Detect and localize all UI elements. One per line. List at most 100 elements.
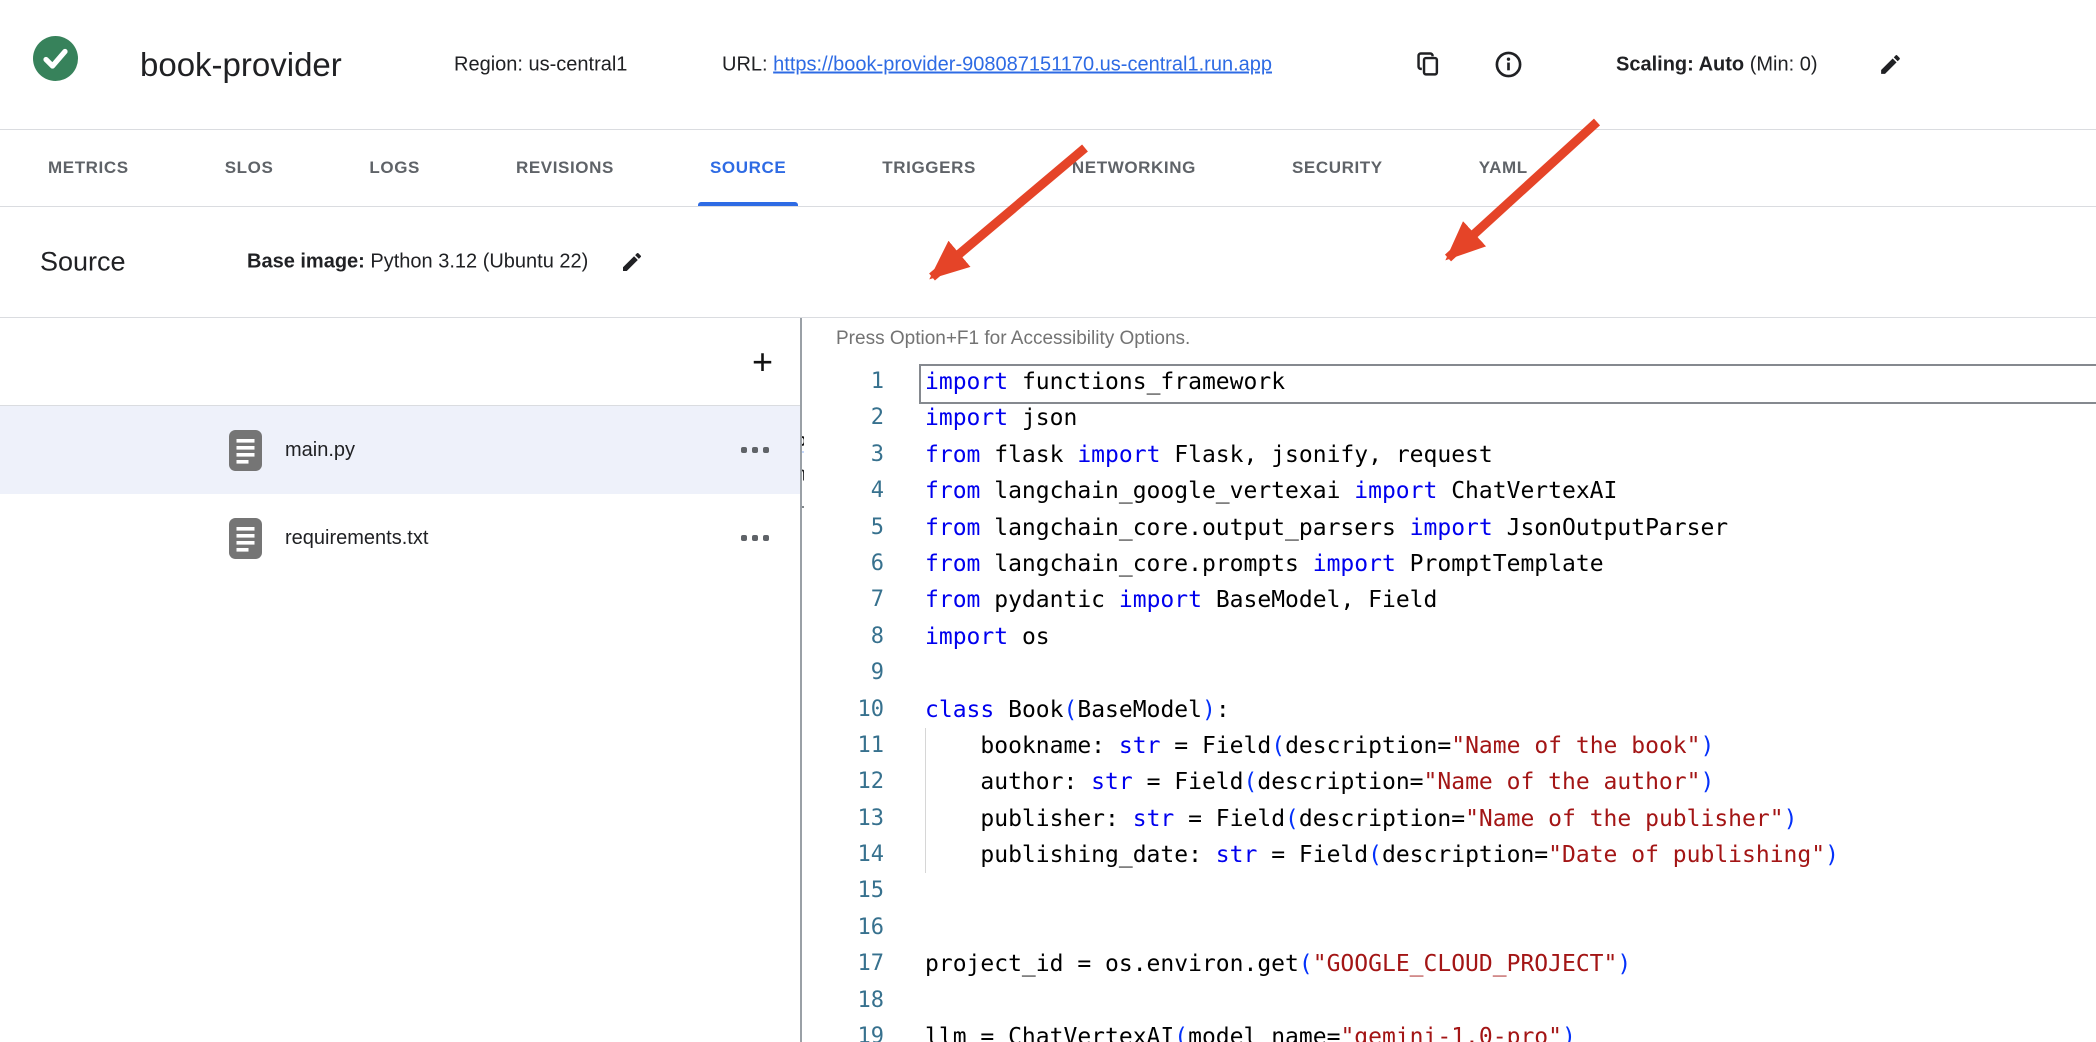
info-icon[interactable] xyxy=(1494,50,1524,80)
line-number: 8 xyxy=(804,619,884,655)
source-section-title: Source xyxy=(40,247,126,278)
code-line-5[interactable]: 5from langchain_core.output_parsers impo… xyxy=(804,510,2096,546)
line-number: 3 xyxy=(804,437,884,473)
file-name: requirements.txt xyxy=(285,527,428,550)
code-line-2[interactable]: 2import json xyxy=(804,400,2096,436)
tab-slos[interactable]: SLOS xyxy=(177,130,322,206)
code-line-9[interactable]: 9 xyxy=(804,655,2096,691)
code-text: project_id = os.environ.get("GOOGLE_CLOU… xyxy=(884,946,1631,982)
edit-base-image-pencil-icon[interactable] xyxy=(620,250,644,274)
code-line-14[interactable]: 14 publishing_date: str = Field(descript… xyxy=(804,837,2096,873)
base-image-text: Base image: Python 3.12 (Ubuntu 22) xyxy=(247,251,588,274)
code-text: publishing_date: str = Field(description… xyxy=(884,837,1839,873)
code-text: from langchain_google_vertexai import Ch… xyxy=(884,473,1617,509)
file-name: main.py xyxy=(285,439,355,462)
code-line-3[interactable]: 3from flask import Flask, jsonify, reque… xyxy=(804,437,2096,473)
tab-source[interactable]: SOURCE xyxy=(662,130,834,206)
source-action-bar: Source Base image: Python 3.12 (Ubuntu 2… xyxy=(0,207,2096,318)
file-explorer-panel: + main.py requirements.txt xyxy=(0,318,802,1042)
line-number: 16 xyxy=(804,910,884,946)
code-text: from langchain_core.prompts import Promp… xyxy=(884,546,1604,582)
code-line-19[interactable]: 19llm = ChatVertexAI(model_name="gemini-… xyxy=(804,1019,2096,1042)
tab-bar: METRICS SLOS LOGS REVISIONS SOURCE TRIGGERS NE… xyxy=(0,130,2096,207)
code-text: import json xyxy=(884,400,1077,436)
line-number: 12 xyxy=(804,764,884,800)
tab-logs[interactable]: LOGS xyxy=(321,130,468,206)
code-line-17[interactable]: 17project_id = os.environ.get("GOOGLE_CL… xyxy=(804,946,2096,982)
tab-label: SLOS xyxy=(225,158,274,178)
code-text: import os xyxy=(884,619,1050,655)
code-line-7[interactable]: 7from pydantic import BaseModel, Field xyxy=(804,582,2096,618)
tab-revisions[interactable]: REVISIONS xyxy=(468,130,662,206)
line-number: 10 xyxy=(804,692,884,728)
document-icon xyxy=(228,517,263,560)
line-number: 6 xyxy=(804,546,884,582)
tab-security[interactable]: SECURITY xyxy=(1244,130,1431,206)
code-lines: 1import functions_framework2import json3… xyxy=(804,364,2096,1042)
scaling-mode: Scaling: Auto xyxy=(1616,53,1744,75)
line-number: 17 xyxy=(804,946,884,982)
file-item-requirements.txt[interactable]: requirements.txt xyxy=(0,494,800,582)
code-text: import functions_framework xyxy=(884,364,1285,400)
code-line-4[interactable]: 4from langchain_google_vertexai import C… xyxy=(804,473,2096,509)
code-text: from langchain_core.output_parsers impor… xyxy=(884,510,1728,546)
code-text: author: str = Field(description="Name of… xyxy=(884,764,1714,800)
code-line-8[interactable]: 8import os xyxy=(804,619,2096,655)
file-panel-toolbar: + xyxy=(0,318,800,406)
tab-label: SOURCE xyxy=(710,158,786,178)
code-line-13[interactable]: 13 publisher: str = Field(description="N… xyxy=(804,801,2096,837)
tab-label: NETWORKING xyxy=(1072,158,1196,178)
line-number: 15 xyxy=(804,873,884,909)
scaling-text: Scaling: Auto (Min: 0) xyxy=(1616,53,1818,76)
service-url-link[interactable]: https://book-provider-908087151170.us-ce… xyxy=(773,53,1272,75)
service-name-title: book-provider xyxy=(140,46,342,84)
code-line-10[interactable]: 10class Book(BaseModel): xyxy=(804,692,2096,728)
code-text: class Book(BaseModel): xyxy=(884,692,1230,728)
code-text: from flask import Flask, jsonify, reques… xyxy=(884,437,1493,473)
code-text xyxy=(884,655,925,691)
more-options-ellipsis-icon[interactable] xyxy=(741,535,769,541)
edit-scaling-pencil-icon[interactable] xyxy=(1878,52,1904,78)
tab-triggers[interactable]: TRIGGERS xyxy=(834,130,1024,206)
tab-label: REVISIONS xyxy=(516,158,614,178)
scaling-min: (Min: 0) xyxy=(1744,53,1817,75)
code-line-6[interactable]: 6from langchain_core.prompts import Prom… xyxy=(804,546,2096,582)
code-line-1[interactable]: 1import functions_framework xyxy=(804,364,2096,400)
document-icon xyxy=(228,429,263,472)
code-line-16[interactable]: 16 xyxy=(804,910,2096,946)
tab-metrics[interactable]: METRICS xyxy=(0,130,177,206)
base-image-label: Base image: xyxy=(247,251,365,273)
line-number: 4 xyxy=(804,473,884,509)
code-text xyxy=(884,910,925,946)
line-number: 5 xyxy=(804,510,884,546)
code-editor[interactable]: Press Option+F1 for Accessibility Option… xyxy=(804,318,2096,1042)
status-check-circle-icon xyxy=(33,36,78,81)
tab-label: LOGS xyxy=(369,158,420,178)
accessibility-hint: Press Option+F1 for Accessibility Option… xyxy=(836,328,1190,350)
copy-icon[interactable] xyxy=(1414,50,1444,80)
line-number: 7 xyxy=(804,582,884,618)
line-number: 9 xyxy=(804,655,884,691)
line-number: 11 xyxy=(804,728,884,764)
code-line-12[interactable]: 12 author: str = Field(description="Name… xyxy=(804,764,2096,800)
code-line-15[interactable]: 15 xyxy=(804,873,2096,909)
tab-label: TRIGGERS xyxy=(882,158,976,178)
url-row: URL: https://book-provider-908087151170.… xyxy=(722,53,1272,76)
url-label: URL: xyxy=(722,53,768,75)
line-number: 19 xyxy=(804,1019,884,1042)
file-list: main.py requirements.txt xyxy=(0,406,800,582)
tab-yaml[interactable]: YAML xyxy=(1431,130,1576,206)
code-line-11[interactable]: 11 bookname: str = Field(description="Na… xyxy=(804,728,2096,764)
code-text: publisher: str = Field(description="Name… xyxy=(884,801,1797,837)
tab-networking[interactable]: NETWORKING xyxy=(1024,130,1244,206)
file-item-main.py[interactable]: main.py xyxy=(0,406,800,494)
more-options-ellipsis-icon[interactable] xyxy=(741,447,769,453)
add-file-plus-icon[interactable]: + xyxy=(752,344,773,380)
code-line-18[interactable]: 18 xyxy=(804,983,2096,1019)
line-number: 14 xyxy=(804,837,884,873)
service-header: book-provider Region: us-central1 URL: h… xyxy=(0,0,2096,130)
base-image-value: Python 3.12 (Ubuntu 22) xyxy=(365,251,588,273)
code-text xyxy=(884,873,925,909)
code-text xyxy=(884,983,925,1019)
line-number: 1 xyxy=(804,364,884,400)
